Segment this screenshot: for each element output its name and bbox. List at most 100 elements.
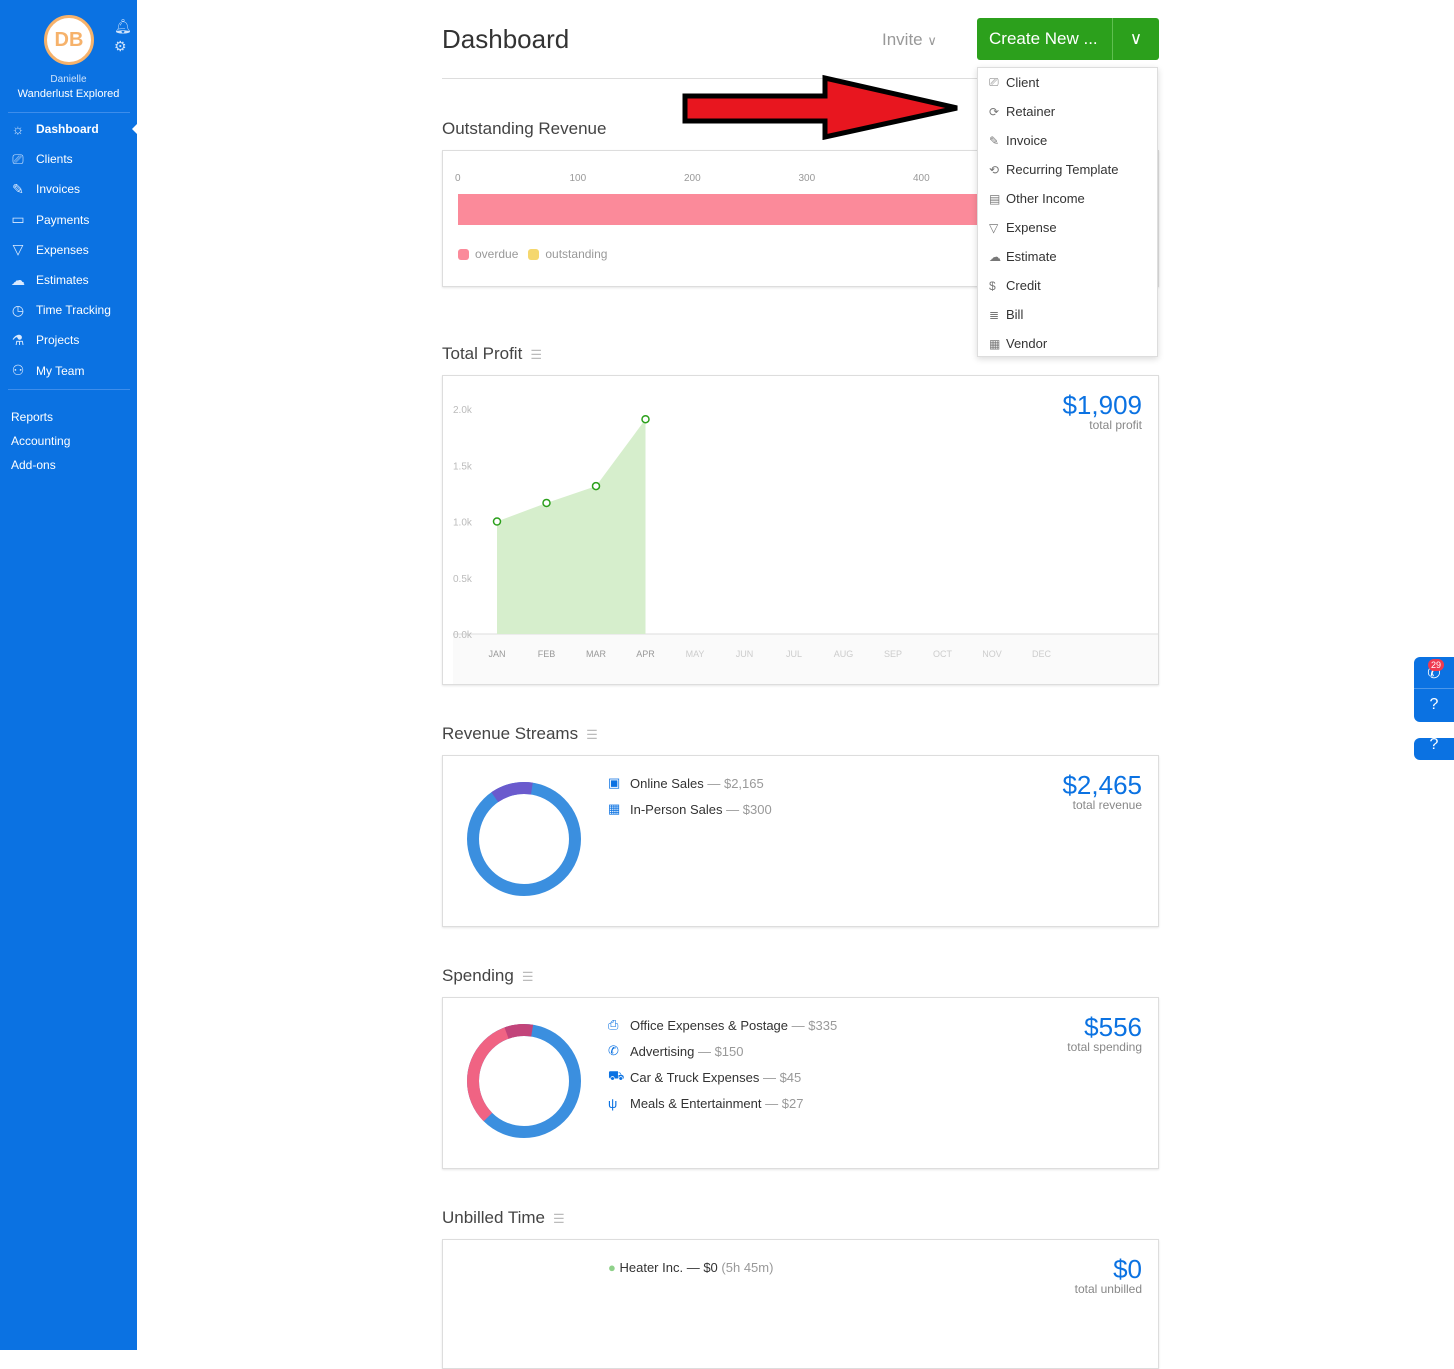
menu-item-vendor[interactable]: ▦ Vendor — [978, 329, 1157, 358]
sidebar-item-label: Dashboard — [36, 122, 99, 136]
category-icon: ▣ — [608, 775, 621, 790]
spending-donut — [467, 1024, 581, 1138]
expense-icon: ▽ — [989, 220, 999, 235]
help-icon[interactable]: ? — [1414, 689, 1454, 721]
legend-item[interactable]: ▣ Online Sales — $2,165 — [608, 770, 772, 796]
axis-tick: 400 — [913, 173, 930, 184]
axis-tick: 200 — [684, 173, 701, 184]
filter-icon[interactable]: ☰ — [553, 1211, 565, 1226]
sidebar-item-time-tracking[interactable]: ◷ Time Tracking — [0, 297, 137, 323]
legend-item[interactable]: ψ Meals & Entertainment — $27 — [608, 1090, 837, 1116]
data-point[interactable] — [591, 481, 601, 491]
company-name: Wanderlust Explored — [17, 88, 120, 100]
create-new-button[interactable]: Create New ... ∨ — [977, 18, 1159, 60]
menu-item-credit[interactable]: $ Credit — [978, 271, 1157, 300]
filter-icon[interactable]: ☰ — [586, 727, 598, 742]
sidebar-item-label: My Team — [36, 363, 85, 378]
vendor-icon: ▦ — [989, 336, 1001, 351]
revenue-donut — [467, 782, 581, 896]
sidebar-link-addons[interactable]: Add-ons — [11, 458, 56, 472]
sidebar-item-expenses[interactable]: ▽ Expenses — [0, 237, 137, 263]
flask-icon: ⚗ — [11, 331, 25, 348]
sidebar-item-label: Estimates — [36, 273, 89, 287]
chevron-down-icon[interactable]: ∨ — [1113, 18, 1159, 60]
sidebar-item-projects[interactable]: ⚗ Projects — [0, 327, 137, 353]
sidebar-item-estimates[interactable]: ☁ Estimates — [0, 267, 137, 293]
category-icon: ▦ — [608, 801, 621, 816]
bill-icon: ≣ — [989, 307, 1000, 322]
estimate-icon: ☁ — [989, 249, 1001, 264]
y-tick-label: 2.0k — [453, 405, 473, 416]
category-icon: ψ — [608, 1095, 618, 1111]
filter-icon[interactable]: ☰ — [530, 347, 542, 362]
other-income-icon: ▤ — [989, 191, 1001, 206]
sidebar-item-label: Invoices — [36, 182, 81, 197]
expenses-icon: ▽ — [12, 241, 24, 258]
y-tick-label: 0.0k — [453, 630, 473, 641]
menu-item-client[interactable]: ⎚ Client — [978, 68, 1157, 97]
section-title: Unbilled Time ☰ — [442, 1208, 565, 1227]
estimate-icon: ☁ — [11, 271, 25, 288]
filter-icon[interactable]: ☰ — [522, 969, 534, 984]
notification-badge: 29 — [1428, 659, 1445, 671]
avatar[interactable]: DB — [44, 15, 94, 65]
gear-icon[interactable]: ⚙ — [114, 38, 127, 55]
category-icon: ✆ — [608, 1043, 619, 1058]
menu-item-recurring-template[interactable]: ⟲ Recurring Template — [978, 155, 1157, 184]
feedback-widget[interactable]: ✆ 29 ? — [1414, 657, 1454, 722]
category-icon: ⎙ — [608, 1017, 619, 1032]
sidebar-link-accounting[interactable]: Accounting — [11, 434, 70, 448]
legend-item[interactable]: ⎙ Office Expenses & Postage — $335 — [608, 1012, 837, 1038]
axis-tick: 0 — [455, 173, 461, 184]
revenue-streams-card: ▣ Online Sales — $2,165 ▦ In-Person Sales —… — [442, 755, 1159, 927]
bell-icon[interactable]: 🔔︎ — [114, 18, 132, 35]
data-point[interactable] — [641, 414, 650, 424]
sidebar-item-payments[interactable]: ▭ Payments — [0, 207, 137, 233]
menu-item-expense[interactable]: ▽ Expense — [978, 213, 1157, 242]
x-tick-label: AUG — [834, 649, 854, 659]
invite-dropdown[interactable]: Invite ∨ — [882, 30, 937, 50]
x-tick-label: DEC — [1032, 649, 1052, 659]
sun-icon: ☼ — [11, 121, 25, 137]
profit-chart: 0.0k 0.5k 1.0k 1.5k 2.0k JAN FEB MAR APR MAY JUN JU… — [453, 405, 1158, 684]
x-tick-label: NOV — [982, 649, 1002, 659]
data-point[interactable] — [492, 517, 502, 526]
sidebar-item-dashboard[interactable]: ☼ Dashboard — [0, 116, 137, 142]
legend-item[interactable]: ▦ In-Person Sales — $300 — [608, 796, 772, 822]
announcements-icon[interactable]: ✆ 29 — [1414, 657, 1454, 689]
x-tick-label: JUN — [736, 649, 754, 659]
data-point[interactable] — [542, 498, 551, 508]
menu-item-invoice[interactable]: ✎ Invoice — [978, 126, 1157, 155]
recurring-template-icon: ⟲ — [989, 162, 1000, 177]
menu-item-other-income[interactable]: ▤ Other Income — [978, 184, 1157, 213]
y-tick-label: 0.5k — [453, 574, 473, 585]
sidebar-item-my-team[interactable]: ⚇ My Team — [0, 358, 137, 384]
profit-area — [497, 419, 646, 634]
menu-item-bill[interactable]: ≣ Bill — [978, 300, 1157, 329]
section-title: Total Profit ☰ — [442, 344, 542, 363]
chat-help-icon[interactable]: ? — [1414, 737, 1454, 760]
legend-item[interactable]: ⛟ Car & Truck Expenses — $45 — [608, 1064, 837, 1090]
sidebar-item-clients[interactable]: ⎚ Clients — [0, 146, 137, 172]
credit-icon: $ — [989, 278, 996, 293]
x-tick-label: JAN — [488, 649, 505, 659]
unbilled-item[interactable]: ● Heater Inc. — $0 (5h 45m) — [608, 1260, 773, 1275]
section-title: Outstanding Revenue — [442, 119, 607, 138]
x-tick-label: FEB — [538, 649, 556, 659]
x-tick-label: MAR — [586, 649, 607, 659]
y-tick-label: 1.5k — [453, 461, 473, 472]
sidebar-item-label: Clients — [36, 152, 73, 167]
retainer-icon: ⟳ — [989, 104, 1000, 119]
create-new-label[interactable]: Create New ... — [977, 18, 1113, 60]
overdue-bar[interactable] — [458, 194, 988, 225]
outstanding-swatch — [528, 248, 540, 260]
spending-card: ⎙ Office Expenses & Postage — $335 ✆ Advert… — [442, 997, 1159, 1169]
sidebar-item-invoices[interactable]: ✎ Invoices — [0, 176, 137, 202]
team-icon: ⚇ — [11, 362, 25, 379]
sidebar-item-label: Projects — [36, 333, 80, 348]
legend-item[interactable]: ✆ Advertising — $150 — [608, 1038, 837, 1064]
sidebar-link-reports[interactable]: Reports — [11, 410, 53, 424]
menu-item-retainer[interactable]: ⟳ Retainer — [978, 97, 1157, 126]
legend-outstanding: outstanding — [545, 247, 608, 261]
menu-item-estimate[interactable]: ☁ Estimate — [978, 242, 1157, 271]
